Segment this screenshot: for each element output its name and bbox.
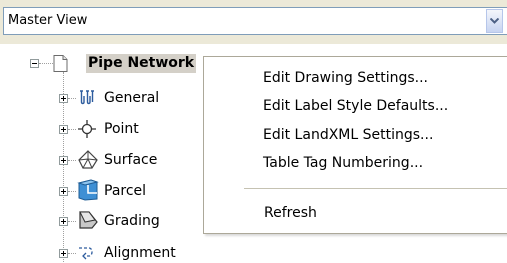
tree-node-grading[interactable]: Grading <box>0 211 200 231</box>
tree-connector-line <box>68 98 76 99</box>
menu-item-table-tag-numbering[interactable]: Table Tag Numbering... <box>263 154 423 172</box>
view-selector-bar: Master View <box>0 0 507 44</box>
tree-connector-line <box>68 221 76 222</box>
tree-node-label: Grading <box>104 213 160 229</box>
tree-node-point[interactable]: Point <box>0 119 200 139</box>
surface-icon <box>78 150 98 169</box>
expand-toggle-icon[interactable] <box>59 187 68 196</box>
chevron-down-icon <box>490 18 499 24</box>
expand-toggle-icon[interactable] <box>59 125 68 134</box>
expand-toggle-icon[interactable] <box>59 249 68 258</box>
expand-toggle-icon[interactable] <box>59 156 68 165</box>
menu-item-edit-landxml-settings[interactable]: Edit LandXML Settings... <box>263 126 433 144</box>
tree-node-label: Point <box>104 121 139 137</box>
menu-item-edit-drawing-settings[interactable]: Edit Drawing Settings... <box>263 69 428 87</box>
menu-item-refresh[interactable]: Refresh <box>264 204 317 222</box>
tree-node-label: Surface <box>104 152 158 168</box>
view-selector-dropdown[interactable]: Master View <box>3 7 507 35</box>
expand-toggle-icon[interactable] <box>59 217 68 226</box>
tree-node-parcel[interactable]: Parcel <box>0 179 200 201</box>
tree-node-label: Parcel <box>104 183 147 199</box>
tree-node-alignment[interactable]: Alignment <box>0 243 200 263</box>
tree-node-root[interactable]: Pipe Network <box>0 54 205 74</box>
menu-separator <box>244 188 507 189</box>
tree-connector-line <box>68 129 76 130</box>
tree-connector-line <box>68 253 76 254</box>
dropdown-arrow-button[interactable] <box>486 9 503 33</box>
alignment-icon <box>79 247 93 260</box>
tree-node-surface[interactable]: Surface <box>0 150 200 170</box>
tree-node-label: General <box>104 90 160 106</box>
tree-connector-line <box>68 160 76 161</box>
tree-node-label: Pipe Network <box>86 54 197 73</box>
view-selector-value: Master View <box>8 13 88 28</box>
tree-node-label: Alignment <box>104 245 176 261</box>
menu-item-edit-label-style-defaults[interactable]: Edit Label Style Defaults... <box>263 97 448 115</box>
expand-toggle-icon[interactable] <box>59 94 68 103</box>
tree-connector-line <box>39 63 53 64</box>
grading-icon <box>79 211 98 229</box>
tree-node-general[interactable]: General <box>0 88 200 108</box>
parcel-icon <box>77 179 99 201</box>
point-icon <box>78 120 96 138</box>
document-icon <box>53 55 68 72</box>
collapse-toggle-icon[interactable] <box>30 59 39 68</box>
tree-connector-line <box>68 191 76 192</box>
general-styles-icon <box>80 90 94 105</box>
context-menu: Edit Drawing Settings... Edit Label Styl… <box>203 56 507 234</box>
